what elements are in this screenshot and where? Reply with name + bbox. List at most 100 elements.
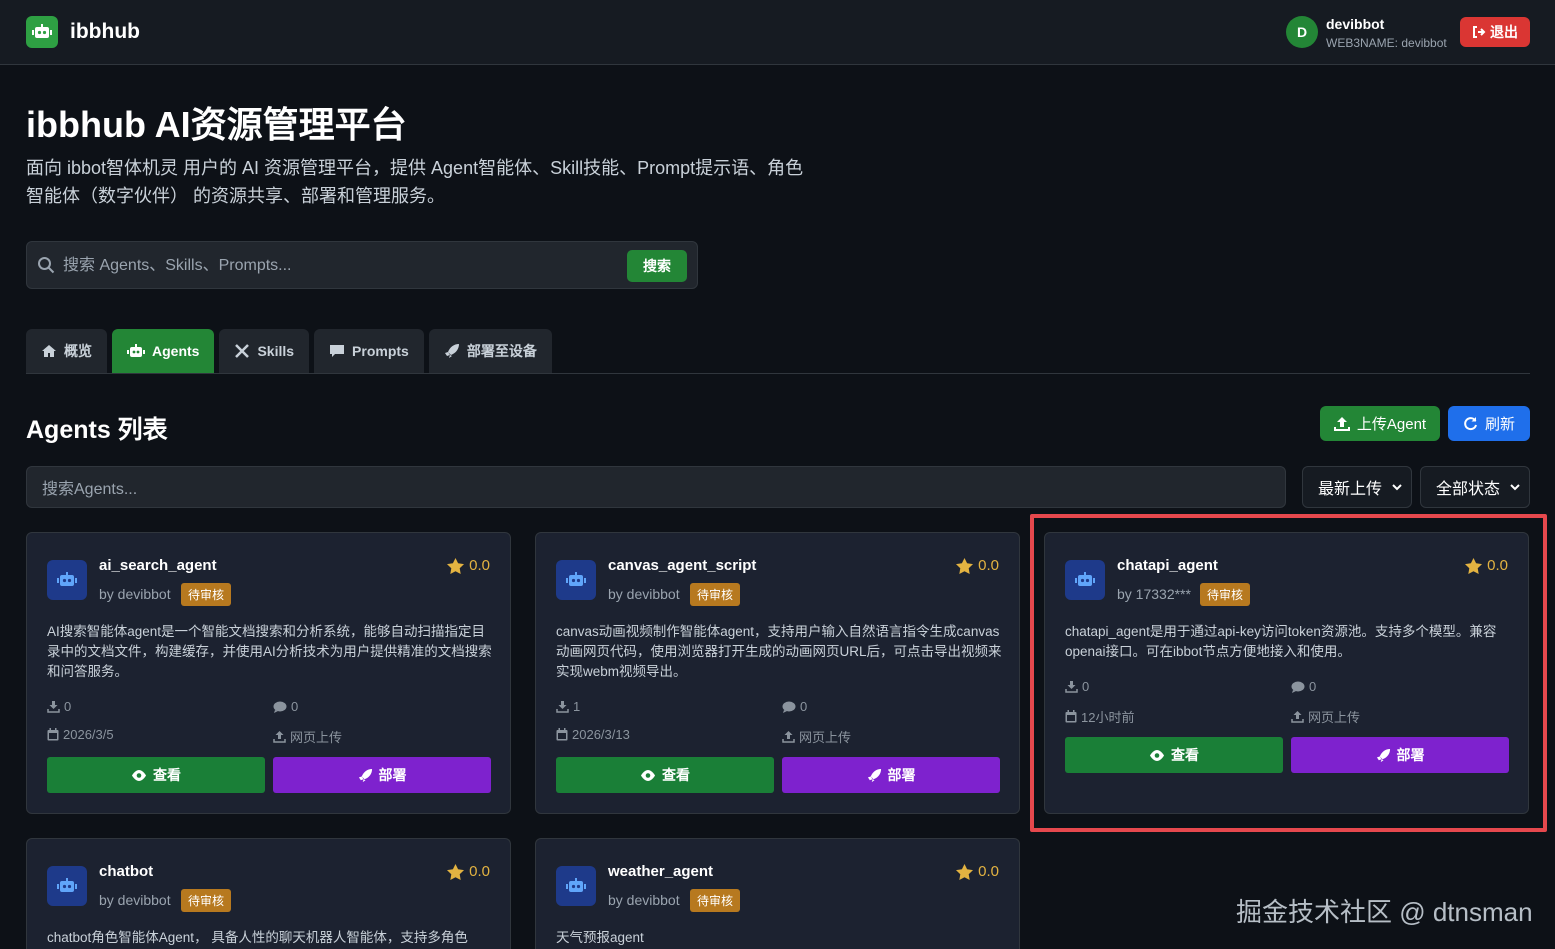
download-count-value: 0 [64,699,72,714]
agent-author: by devibbot [99,586,171,602]
calendar-icon [47,728,59,741]
status-badge: 待审核 [181,583,232,606]
download-count: 0 [1065,679,1089,694]
tab-prompts[interactable]: Prompts [314,329,424,373]
tab-label: Prompts [352,343,409,359]
agent-author: by devibbot [608,586,680,602]
view-button[interactable]: 查看 [556,757,774,793]
tab-deploy-to-device[interactable]: 部署至设备 [428,329,552,373]
agent-name[interactable]: ai_search_agent [99,557,217,574]
upload-source: 网页上传 [782,727,851,746]
comment-icon [273,701,287,713]
deploy-label: 部署 [887,767,916,783]
upload-date: 2026/3/5 [47,727,114,742]
robot-icon [556,866,596,906]
robot-icon [47,866,87,906]
rating: 0.0 [447,557,490,574]
agents-search-input[interactable]: 搜索Agents... [26,466,1286,508]
comment-count: 0 [273,699,298,714]
rocket-icon [867,768,881,782]
upload-icon [782,731,795,743]
status-select-value: 全部状态 [1436,481,1501,498]
comment-icon [330,345,345,357]
deploy-button[interactable]: 部署 [273,757,491,793]
status-badge: 待审核 [690,583,741,606]
upload-icon [1333,417,1350,431]
tab-overview[interactable]: 概览 [26,329,107,373]
upload-source-value: 网页上传 [1308,710,1361,725]
avatar[interactable]: D [1286,16,1318,48]
home-icon [42,345,56,357]
upload-date: 12小时前 [1065,707,1134,726]
upload-source: 网页上传 [1291,707,1360,726]
tab-label: Agents [152,343,200,359]
star-icon [1465,557,1483,574]
upload-source: 网页上传 [273,727,342,746]
comment-count-value: 0 [1309,679,1317,694]
rocket-icon [358,768,372,782]
tab-agents[interactable]: Agents [112,329,215,373]
rating-value: 0.0 [978,863,999,880]
view-button[interactable]: 查看 [1065,737,1283,773]
global-search-input[interactable] [63,252,623,280]
upload-date-value: 2026/3/13 [572,727,630,742]
star-icon [447,863,465,880]
download-icon [1065,681,1078,693]
deploy-label: 部署 [1396,747,1425,763]
main-tabs: 概览 Agents Skills Prompts 部署至设备 [26,329,552,374]
agents-list-title: Agents 列表 [26,416,168,444]
star-icon [447,557,465,574]
rating: 0.0 [956,557,999,574]
brand-name[interactable]: ibbhub [70,20,140,44]
robot-icon [47,560,87,600]
agent-description: chatapi_agent是用于通过api-key访问token资源池。支持多个… [1065,624,1497,659]
agent-description: chatbot角色智能体Agent， 具备人性的聊天机器人智能体，支持多角色 [47,930,468,945]
agent-author: by devibbot [608,892,680,908]
upload-date: 2026/3/13 [556,727,630,742]
comment-count: 0 [1291,679,1316,694]
agent-description: 天气预报agent [556,930,644,945]
agent-description: canvas动画视频制作智能体agent，支持用户输入自然语言指令生成canva… [556,624,1002,679]
search-icon [38,257,55,274]
view-button[interactable]: 查看 [47,757,265,793]
deploy-label: 部署 [378,767,407,783]
robot-icon [127,344,145,357]
sort-select[interactable]: 最新上传 [1302,466,1412,508]
upload-icon [273,731,286,743]
agent-name[interactable]: chatapi_agent [1117,557,1218,574]
status-badge: 待审核 [1200,583,1251,606]
upload-agent-button[interactable]: 上传Agent [1320,406,1440,441]
rating: 0.0 [956,863,999,880]
rocket-icon [1376,748,1390,762]
star-icon [956,557,974,574]
tab-skills[interactable]: Skills [219,329,310,373]
tab-label: 部署至设备 [466,343,537,359]
logout-button[interactable]: 退出 [1460,17,1530,47]
rating: 0.0 [1465,557,1508,574]
comment-count-value: 0 [291,699,299,714]
download-icon [47,701,60,713]
upload-source-value: 网页上传 [290,730,343,745]
status-select[interactable]: 全部状态 [1420,466,1530,508]
agent-name[interactable]: weather_agent [608,863,713,880]
view-label: 查看 [153,767,181,783]
page-title: ibbhub AI资源管理平台 [26,104,407,145]
robot-icon [1065,560,1105,600]
top-navbar: ibbhub D devibbot WEB3NAME: devibbot 退出 [0,0,1555,65]
refresh-button[interactable]: 刷新 [1448,406,1530,441]
eye-icon [1150,749,1164,761]
download-count: 0 [47,699,71,714]
agent-name[interactable]: chatbot [99,863,153,880]
rocket-icon [444,344,459,358]
logo-robot-icon[interactable] [26,16,58,48]
global-search-bar: 搜索 [26,241,698,289]
global-search-button[interactable]: 搜索 [627,250,687,282]
agent-name[interactable]: canvas_agent_script [608,557,756,574]
rating: 0.0 [447,863,490,880]
deploy-button[interactable]: 部署 [782,757,1000,793]
chevron-down-icon [1392,484,1402,491]
agent-author: by devibbot [99,892,171,908]
agent-card: ai_search_agent by devibbot 待审核 0.0 AI搜索… [26,532,511,814]
deploy-button[interactable]: 部署 [1291,737,1509,773]
refresh-icon [1464,417,1477,431]
